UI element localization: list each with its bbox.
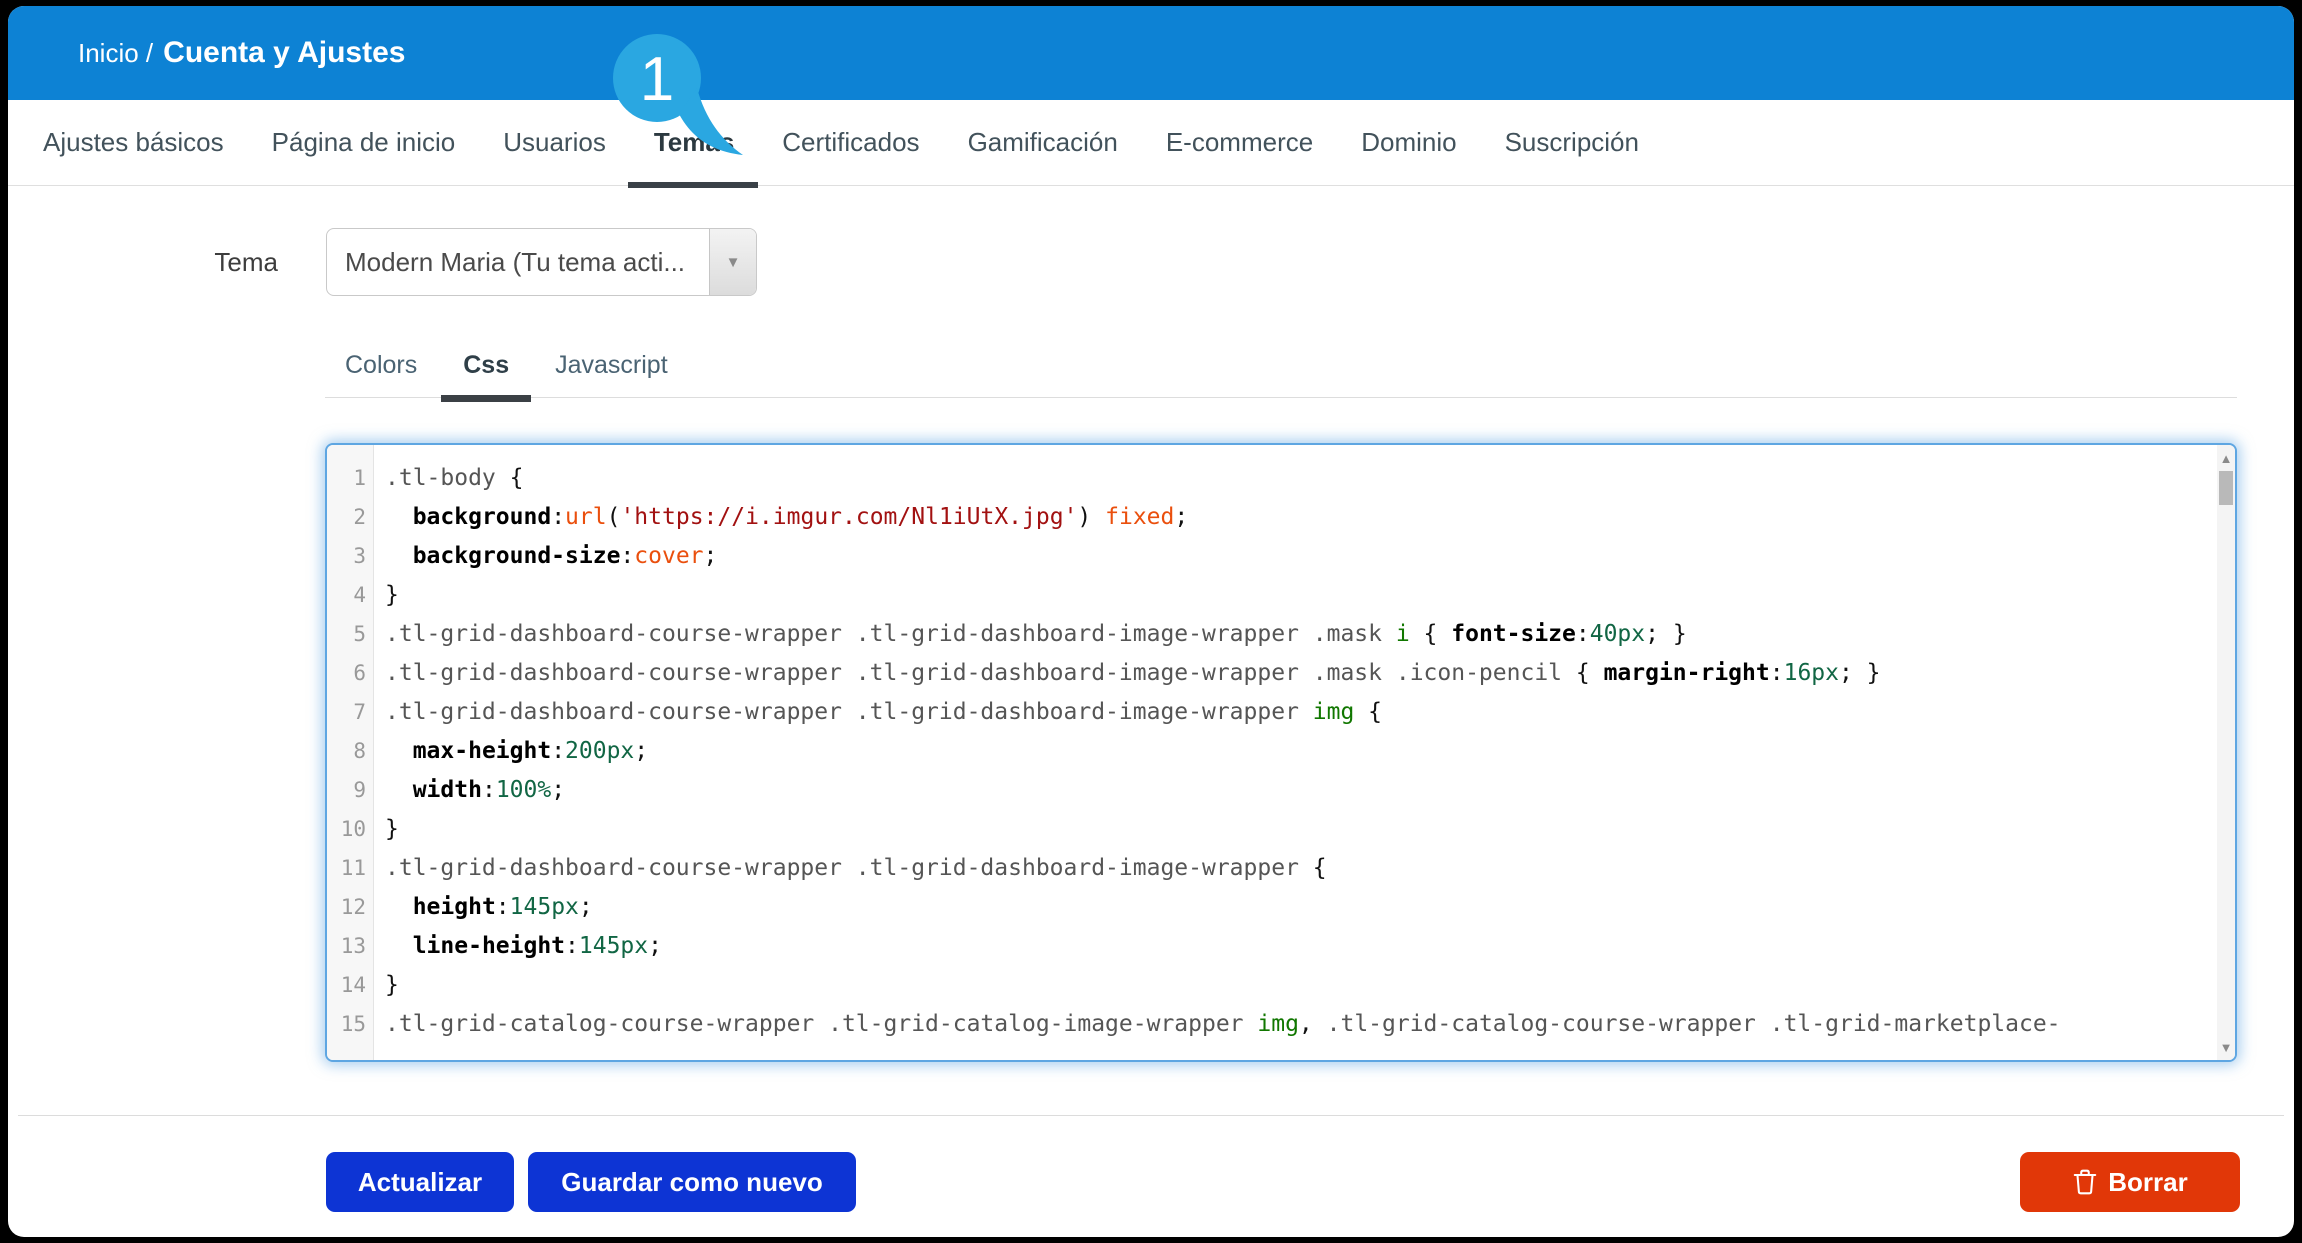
code-line-5[interactable]: 5 .tl-grid-dashboard-course-wrapper .tl-g… [327,615,2217,654]
line-number: 4 [353,583,366,607]
tab-e-commerce[interactable]: E-commerce [1166,127,1313,158]
code-line-8[interactable]: 8 max-height:200px; [327,732,2217,771]
code-line-10[interactable]: 10} [327,810,2217,849]
code-line-12[interactable]: 12 height:145px; [327,888,2217,927]
line-number: 11 [340,856,366,880]
step-1-callout: 1 [613,34,743,155]
line-number: 12 [340,895,366,919]
code-text: } [385,816,399,842]
code-text: background:url('https://i.imgur.com/Nl1i… [412,504,1189,530]
app-header: Inicio / Cuenta y Ajustes [8,6,2294,100]
code-line-6[interactable]: 6 .tl-grid-dashboard-course-wrapper .tl-g… [327,654,2217,693]
code-line-15[interactable]: 15 .tl-grid-catalog-course-wrapper .tl-gr… [327,1005,2217,1044]
code-line-9[interactable]: 9 width:100%; [327,771,2217,810]
code-text: } [385,972,399,998]
line-number: 13 [340,934,366,958]
scrollbar-down-icon[interactable]: ▼ [2217,1036,2235,1058]
code-text: .tl-grid-dashboard-course-wrapper .tl-gr… [385,855,1327,881]
subtab-colors[interactable]: Colors [345,351,417,380]
callout-number: 1 [640,45,674,114]
line-number: 5 [353,622,366,646]
code-text: .tl-grid-dashboard-course-wrapper .tl-gr… [385,660,1881,686]
code-area[interactable]: 1 .tl-body { 2 background:url('https://i.i… [327,445,2217,1060]
line-number: 10 [340,817,366,841]
delete-button-label: Borrar [2108,1166,2188,1197]
code-line-14[interactable]: 14} [327,966,2217,1005]
tab-dominio[interactable]: Dominio [1361,127,1456,158]
tab-pagina-de-inicio[interactable]: Página de inicio [272,127,456,158]
tab-suscripcion[interactable]: Suscripción [1505,127,1639,158]
code-text: width:100%; [412,777,566,803]
theme-label: Tema [214,246,278,277]
line-number: 1 [353,466,366,490]
code-line-3[interactable]: 3 background-size:cover; [327,537,2217,576]
line-number: 15 [340,1012,366,1036]
line-number: 3 [353,544,366,568]
line-number: 2 [353,505,366,529]
scrollbar-thumb[interactable] [2219,471,2233,505]
page-title: Cuenta y Ajustes [163,36,406,69]
breadcrumb-prefix[interactable]: Inicio / [78,38,153,69]
code-text: background-size:cover; [412,543,718,569]
code-text: .tl-grid-dashboard-course-wrapper .tl-gr… [385,621,1687,647]
save-as-new-button-label: Guardar como nuevo [561,1166,823,1197]
code-line-13[interactable]: 13 line-height:145px; [327,927,2217,966]
code-text: line-height:145px; [412,933,662,959]
code-text: height:145px; [412,894,593,920]
code-line-4[interactable]: 4} [327,576,2217,615]
code-line-2[interactable]: 2 background:url('https://i.imgur.com/Nl… [327,498,2217,537]
scrollbar-up-icon[interactable]: ▲ [2217,447,2235,469]
code-text: .tl-grid-dashboard-course-wrapper .tl-gr… [385,699,1383,725]
main-tab-bar: Ajustes básicos Página de inicio Usuarios T… [8,100,2294,188]
editor-scrollbar[interactable]: ▲ ▼ [2217,445,2235,1060]
tab-gamificacion[interactable]: Gamificación [968,127,1118,158]
save-as-new-button[interactable]: Guardar como nuevo [528,1152,856,1212]
chevron-down-icon[interactable]: ▼ [709,229,756,295]
app-window: Inicio / Cuenta y Ajustes Ajustes básico… [8,6,2294,1237]
line-number: 6 [353,661,366,685]
line-number: 7 [353,700,366,724]
theme-dropdown[interactable]: Modern Maria (Tu tema acti... ▼ [326,228,757,296]
code-text: } [385,582,399,608]
tab-ajustes-basicos[interactable]: Ajustes básicos [43,127,224,158]
trash-icon [2073,1169,2097,1195]
code-line-11[interactable]: 11 .tl-grid-dashboard-course-wrapper .tl-… [327,849,2217,888]
screenshot-root: Inicio / Cuenta y Ajustes Ajustes básico… [0,0,2302,1243]
editor-tab-bar: Colors Css Javascript [325,334,2237,402]
update-button-label: Actualizar [357,1166,483,1197]
tab-certificados[interactable]: Certificados [782,127,919,158]
line-number: 9 [353,778,366,802]
code-line-7[interactable]: 7 .tl-grid-dashboard-course-wrapper .tl-g… [327,693,2217,732]
code-text: .tl-body { [385,465,524,491]
breadcrumb: Inicio / Cuenta y Ajustes [78,36,405,70]
tab-usuarios[interactable]: Usuarios [503,127,606,158]
line-number: 14 [340,973,366,997]
delete-button[interactable]: Borrar [2020,1152,2240,1212]
footer-divider [18,1115,2284,1116]
line-number: 8 [353,739,366,763]
theme-dropdown-value: Modern Maria (Tu tema acti... [345,246,686,277]
subtab-javascript[interactable]: Javascript [555,351,668,380]
code-text: max-height:200px; [412,738,649,764]
code-text: .tl-grid-catalog-course-wrapper .tl-grid… [385,1011,2061,1037]
update-button[interactable]: Actualizar [326,1152,514,1212]
css-code-editor[interactable]: 1 .tl-body { 2 background:url('https://i.i… [325,443,2237,1062]
code-line-1[interactable]: 1 .tl-body { [327,459,2217,498]
subtab-css[interactable]: Css [441,351,531,402]
